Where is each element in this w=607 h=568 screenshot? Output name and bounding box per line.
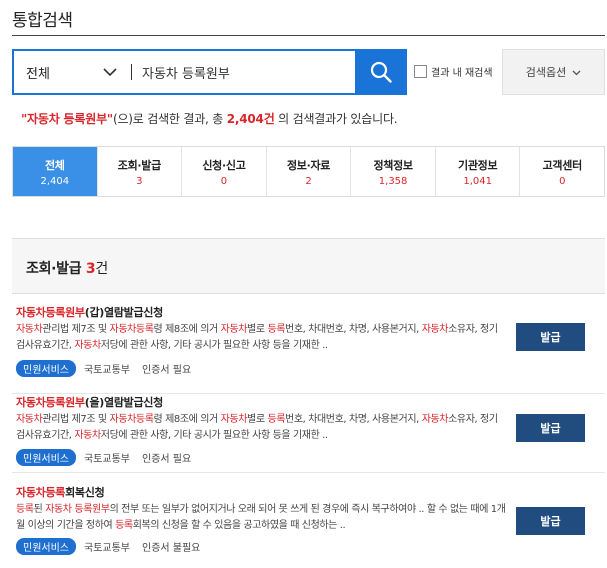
section-unit: 건 [95,261,108,277]
tab-전체[interactable]: 전체 2,404 [13,147,98,196]
research-label: 결과 내 재검색 [431,68,493,79]
page-title: 통합검색 [12,11,73,31]
result-meta: 민원서비스 국토교통부 인증서 필요 [16,360,203,377]
result-title-link[interactable]: 자동차등록회복신청 [16,484,105,500]
result-description: 자동차관리법 제7조 및 자동차등록령 제8조에 의거 자동차별로 등록번호, … [16,414,498,441]
search-options-button[interactable]: 검색옵션 [502,49,605,95]
tab-신청·신고[interactable]: 신청·신고 0 [182,147,267,196]
tab-label: 신청·신고 [202,158,246,172]
section-title-text: 조회·발급 [26,261,82,277]
section-header: 조회·발급 3건 [12,238,605,294]
result-title-text: (갑)열람발급신청 [84,306,164,319]
chevron-down-icon [103,68,117,77]
result-cert: 인증서 필요 [142,365,192,376]
result-org: 국토교통부 [84,543,130,554]
result-description: 등록된 자동차 등록원부의 전부 또는 일부가 없어지거나 오래 되어 못 쓰게… [16,504,506,531]
search-icon [370,61,392,83]
tab-정책정보[interactable]: 정책정보 1,358 [351,147,436,196]
research-checkbox[interactable]: 결과 내 재검색 [414,64,493,79]
result-org: 국토교통부 [84,454,130,465]
checkbox-box[interactable] [414,65,427,78]
tab-count: 0 [559,175,566,187]
result-summary: "자동차 등록원부"(으)로 검색한 결과, 총 2,404건 의 검색결과가 … [21,110,398,127]
search-input[interactable] [132,51,355,93]
result-item: 자동차등록원부(갑)열람발급신청자동차관리법 제7조 및 자동차등록령 제8조에… [12,304,605,394]
tab-label: 전체 [44,158,65,172]
tab-정보·자료[interactable]: 정보·자료 2 [267,147,352,196]
result-title-highlight: 자동차등록원부 [16,306,85,319]
summary-text-b: 의 검색결과가 있습니다. [274,112,398,126]
tab-label: 정보·자료 [286,158,331,172]
section-count: 3 [85,261,96,277]
tab-count: 2,404 [40,175,70,187]
search-box: 전체 [12,49,407,95]
result-title-link[interactable]: 자동차등록원부(을)열람발급신청 [16,394,163,410]
tab-count: 1,358 [378,175,408,187]
search-button[interactable] [355,49,407,95]
tab-count: 2 [305,175,312,187]
chevron-down-icon [572,70,581,75]
result-item: 자동차등록회복신청등록된 자동차 등록원부의 전부 또는 일부가 없어지거나 오… [12,484,605,568]
search-scope-select[interactable]: 전체 [14,51,131,93]
result-meta: 민원서비스 국토교통부 인증서 필요 [16,449,203,466]
title-divider [12,35,605,36]
tab-count: 3 [136,175,143,187]
result-title-link[interactable]: 자동차등록원부(갑)열람발급신청 [16,304,163,320]
issue-button[interactable]: 발급 [516,507,585,535]
service-badge: 민원서비스 [16,360,76,377]
tab-count: 1,041 [463,175,492,187]
section-title: 조회·발급 3건 [26,258,108,278]
search-options-label: 검색옵션 [525,66,567,79]
tab-label: 조회·발급 [117,158,161,172]
result-cert: 인증서 필요 [142,454,192,465]
tab-조회·발급[interactable]: 조회·발급 3 [98,147,183,196]
result-org: 국토교통부 [84,365,130,376]
tab-label: 정책정보 [373,158,413,172]
service-badge: 민원서비스 [16,538,76,555]
result-title-highlight: 자동차등록 [16,486,66,499]
search-scope-value: 전체 [26,66,50,82]
service-badge: 민원서비스 [16,449,76,466]
result-title-highlight: 자동차등록원부 [16,396,85,409]
tab-count: 0 [220,175,228,187]
result-description: 자동차관리법 제7조 및 자동차등록령 제8조에 의거 자동차별로 등록번호, … [16,324,498,351]
tab-고객센터[interactable]: 고객센터 0 [520,147,604,196]
summary-query: "자동차 등록원부" [21,112,113,126]
tab-기관정보[interactable]: 기관정보 1,041 [436,147,521,196]
summary-text-a: (으)로 검색한 결과, 총 [112,112,227,126]
tab-label: 기관정보 [458,158,498,172]
summary-total: 2,404 [226,112,264,126]
issue-button[interactable]: 발급 [516,323,585,351]
result-cert: 인증서 불필요 [142,543,201,554]
tab-label: 고객센터 [542,158,583,172]
summary-unit: 건 [263,112,275,126]
category-tabs: 전체 2,404 조회·발급 3 신청·신고 0 정보·자료 2 정책정보 1,358 기관정보 1,… [12,146,605,197]
issue-button[interactable]: 발급 [516,414,585,442]
result-item: 자동차등록원부(을)열람발급신청자동차관리법 제7조 및 자동차등록령 제8조에… [12,394,605,473]
result-title-text: (을)열람발급신청 [84,396,164,409]
result-title-text: 회복신청 [65,486,105,499]
result-meta: 민원서비스 국토교통부 인증서 불필요 [16,538,212,555]
